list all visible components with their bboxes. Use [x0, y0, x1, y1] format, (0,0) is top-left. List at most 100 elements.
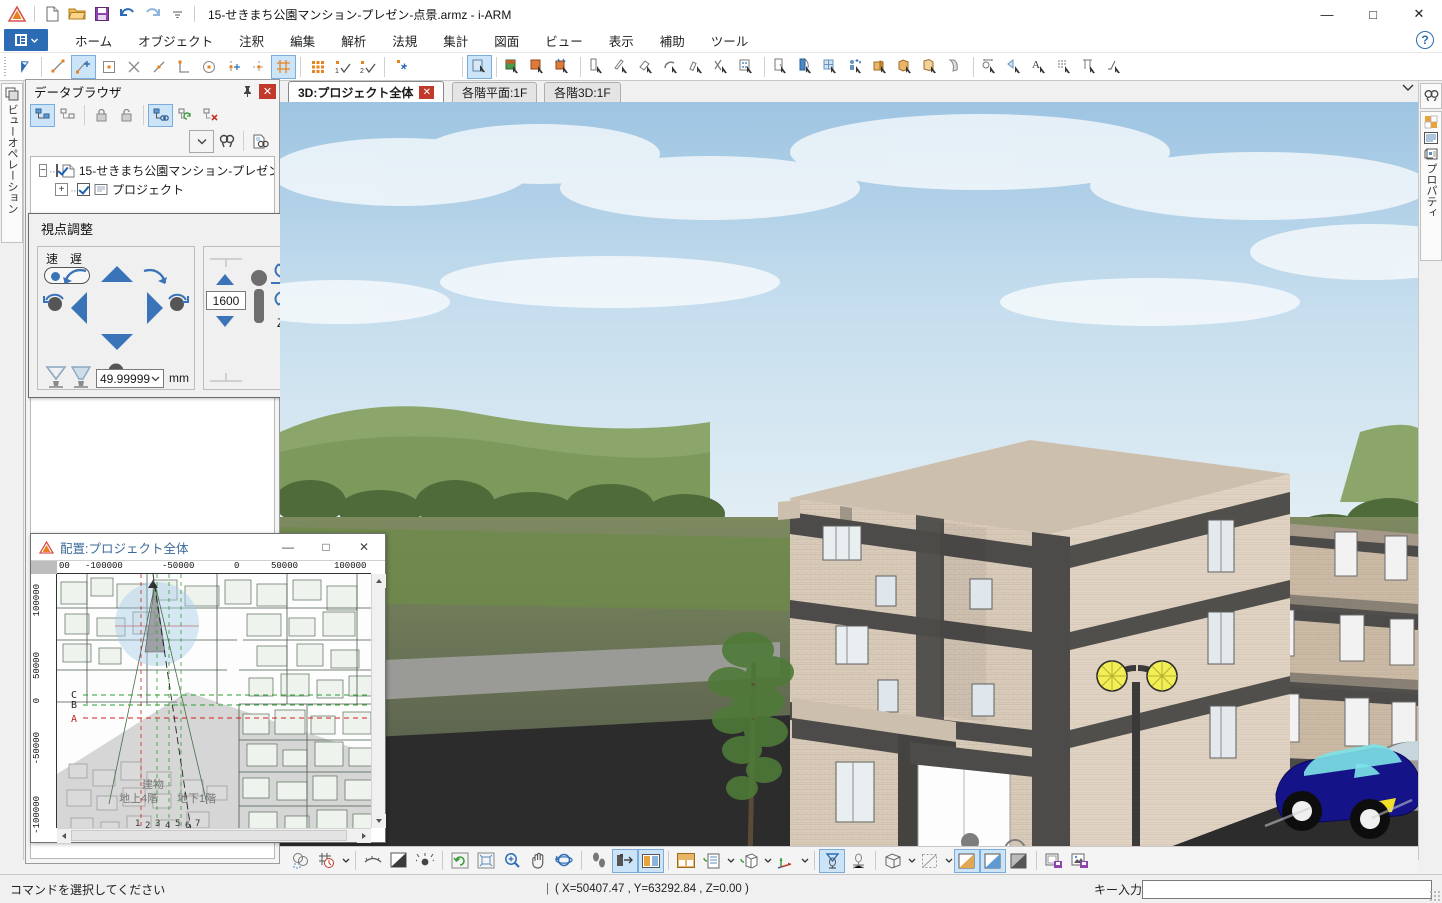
- app-menu-button[interactable]: [4, 29, 48, 51]
- shade-icon[interactable]: [386, 849, 412, 873]
- window-maximize-button[interactable]: □: [1350, 0, 1396, 28]
- rotate-left-icon[interactable]: [62, 267, 88, 289]
- walkthrough-icon[interactable]: [586, 849, 612, 873]
- scroll-up-button[interactable]: [372, 574, 386, 588]
- save-view-icon[interactable]: [1041, 849, 1067, 873]
- expand-tree-icon[interactable]: [30, 103, 55, 127]
- section-dropdown-icon[interactable]: [943, 849, 954, 873]
- show-icon[interactable]: [412, 849, 438, 873]
- brace-icon[interactable]: [710, 55, 735, 79]
- tree-item-project[interactable]: + ·· プロジェクト: [33, 180, 272, 199]
- building-list-icon[interactable]: [699, 849, 725, 873]
- menu-object[interactable]: オブジェクト: [125, 29, 226, 52]
- dimension-icon[interactable]: [978, 55, 1003, 79]
- section-icon[interactable]: [917, 849, 943, 873]
- elevator-icon[interactable]: [735, 55, 760, 79]
- camera-wide-icon[interactable]: [45, 365, 67, 389]
- door-swing-icon[interactable]: [794, 55, 819, 79]
- rail-search[interactable]: [1420, 83, 1442, 109]
- person-place-icon[interactable]: [844, 55, 869, 79]
- text-icon[interactable]: A: [1028, 55, 1053, 79]
- line-add-icon[interactable]: [71, 54, 96, 79]
- customize-qat-icon[interactable]: [166, 3, 188, 25]
- viewport-scene[interactable]: [280, 102, 1418, 846]
- grid-snap-dropdown-icon[interactable]: [340, 849, 351, 873]
- check-1-icon[interactable]: 1: [330, 55, 355, 79]
- menu-aggregate[interactable]: 集計: [430, 29, 481, 52]
- scroll-down-button[interactable]: [372, 814, 386, 828]
- tabstrip-overflow-icon[interactable]: [1402, 84, 1414, 92]
- snap-cross-icon[interactable]: [246, 55, 271, 79]
- menu-edit[interactable]: 編集: [277, 29, 328, 52]
- hide-icon[interactable]: [360, 849, 386, 873]
- wall-edit-icon[interactable]: [551, 55, 576, 79]
- grid-points-icon[interactable]: [305, 55, 330, 79]
- arrow-right-icon[interactable]: [146, 291, 164, 325]
- key-input-field[interactable]: [1142, 879, 1432, 899]
- tile-view-icon[interactable]: [673, 849, 699, 873]
- line-icon[interactable]: [46, 55, 71, 79]
- menu-display[interactable]: 表示: [596, 29, 647, 52]
- rail-view-operation[interactable]: ビューオペレーション: [1, 83, 23, 243]
- arrow-left-icon[interactable]: [70, 291, 88, 325]
- perspective-off-icon[interactable]: [845, 849, 871, 873]
- column-icon[interactable]: [585, 55, 610, 79]
- level-icon[interactable]: [1103, 55, 1128, 79]
- menu-drawing[interactable]: 図面: [481, 29, 532, 52]
- zoom-icon[interactable]: [499, 849, 525, 873]
- redo-icon[interactable]: [141, 3, 163, 25]
- placement-close-button[interactable]: ✕: [345, 535, 383, 560]
- placement-maximize-button[interactable]: □: [307, 535, 345, 560]
- grid-snap-icon[interactable]: [314, 849, 340, 873]
- leader-icon[interactable]: [1003, 55, 1028, 79]
- viewport-3d[interactable]: [280, 102, 1418, 846]
- arrow-up-icon[interactable]: [100, 265, 134, 283]
- wall-type2-icon[interactable]: [526, 55, 551, 79]
- find-in-document-icon[interactable]: [248, 130, 273, 153]
- wall-place-icon[interactable]: [501, 55, 526, 79]
- snap-vertical-icon[interactable]: [221, 55, 246, 79]
- stair-icon[interactable]: [685, 55, 710, 79]
- menu-analysis[interactable]: 解析: [328, 29, 379, 52]
- placement-vertical-scrollbar[interactable]: [371, 574, 386, 828]
- menu-view[interactable]: ビュー: [532, 29, 596, 52]
- camera-narrow-icon[interactable]: [70, 365, 92, 389]
- find-icon[interactable]: [214, 130, 239, 153]
- lens-value-field[interactable]: 49.99999: [96, 369, 164, 388]
- curve-roof-icon[interactable]: [660, 55, 685, 79]
- scroll-right-button[interactable]: [357, 829, 371, 843]
- rotate-right-icon[interactable]: [142, 267, 168, 289]
- beam-slope-icon[interactable]: [610, 55, 635, 79]
- tree-item-project-file[interactable]: − ·· 15-せきまち公園マンション-プレゼン-点景: [33, 161, 274, 180]
- axis-dropdown-icon[interactable]: [799, 849, 810, 873]
- tab-3d-project-all[interactable]: 3D:プロジェクト全体 ✕: [288, 81, 445, 102]
- box-view-dropdown-icon[interactable]: [906, 849, 917, 873]
- window-minimize-button[interactable]: —: [1304, 0, 1350, 28]
- tab-close-icon[interactable]: ✕: [419, 85, 435, 99]
- window-close-button[interactable]: ✕: [1396, 0, 1442, 28]
- shade-cool-icon[interactable]: [980, 848, 1006, 873]
- help-button[interactable]: ?: [1416, 31, 1434, 49]
- object-select-icon[interactable]: [467, 54, 492, 79]
- tab-floor-plan-1f[interactable]: 各階平面:1F: [452, 82, 538, 102]
- delete-tree-icon[interactable]: [198, 104, 223, 127]
- building-list-dropdown-icon[interactable]: [725, 849, 736, 873]
- box-object-icon[interactable]: [894, 55, 919, 79]
- intersection-icon[interactable]: [121, 55, 146, 79]
- dropdown-icon[interactable]: [189, 129, 214, 153]
- hatch-icon[interactable]: [1053, 55, 1078, 79]
- menu-regulation[interactable]: 法規: [379, 29, 430, 52]
- shade-warm-icon[interactable]: [954, 848, 980, 873]
- snap-grid-icon[interactable]: [271, 54, 296, 79]
- 3d-object-dropdown-icon[interactable]: [762, 849, 773, 873]
- render-settings-icon[interactable]: [288, 849, 314, 873]
- snap-settings-icon[interactable]: [389, 55, 414, 79]
- perspective-on-icon[interactable]: [819, 848, 845, 873]
- check-2-icon[interactable]: 2: [355, 55, 380, 79]
- furniture-icon[interactable]: [869, 55, 894, 79]
- refresh-view-icon[interactable]: [447, 849, 473, 873]
- menu-home[interactable]: ホーム: [62, 29, 125, 52]
- center-circle-icon[interactable]: [196, 55, 221, 79]
- point-box-icon[interactable]: [96, 55, 121, 79]
- orbit-icon[interactable]: [551, 849, 577, 873]
